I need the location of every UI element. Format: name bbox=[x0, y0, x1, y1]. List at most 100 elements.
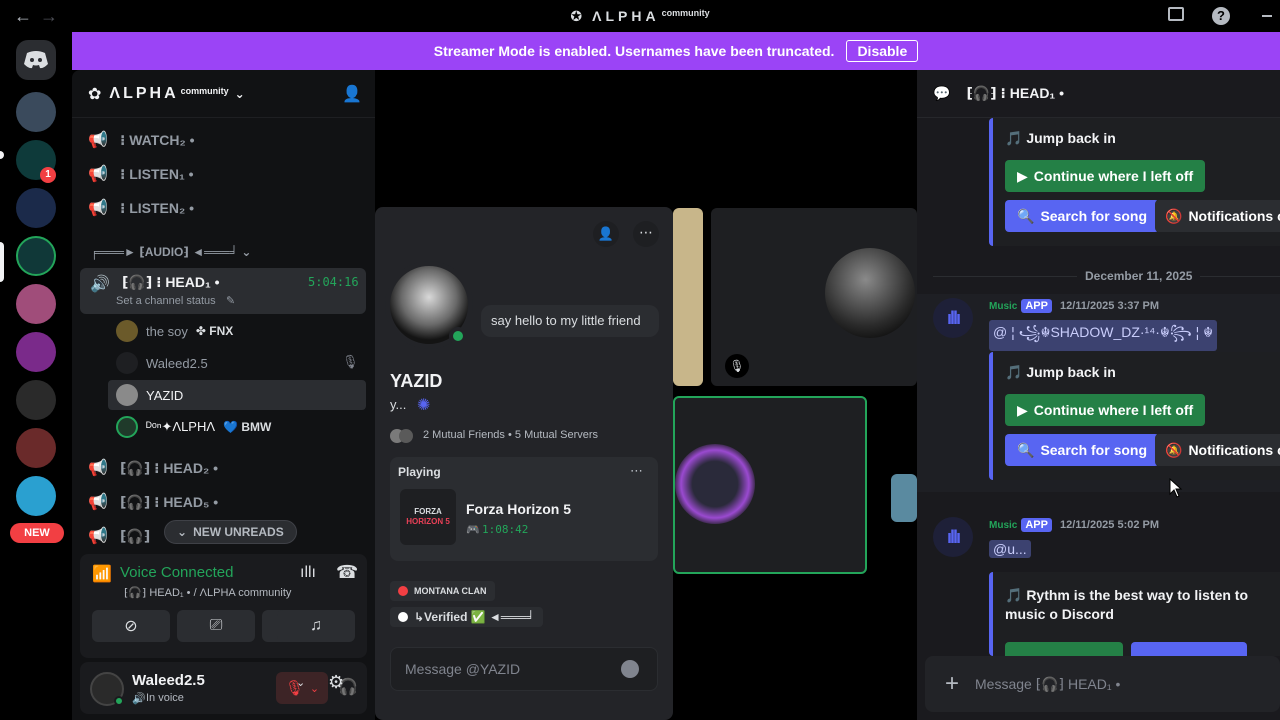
pencil-icon[interactable]: ✎ bbox=[226, 294, 235, 307]
muted-mic-icon: 🎙 bbox=[725, 354, 749, 378]
video-tile[interactable]: 🎙 bbox=[711, 208, 917, 386]
gear-icon[interactable]: ⚙ bbox=[328, 672, 344, 693]
game-elapsed-time: 1:08:42 bbox=[482, 523, 529, 536]
channel-listen1[interactable]: 📢 ⁝ LISTEN₁ • bbox=[80, 158, 366, 190]
avatar bbox=[825, 248, 915, 338]
notifications-button[interactable]: 🔕 Notifications of bbox=[1155, 434, 1280, 466]
soundboard-button[interactable]: ♫ bbox=[277, 610, 355, 642]
stage-icon: 📢 bbox=[88, 460, 108, 477]
author-name[interactable]: Music bbox=[989, 520, 1017, 531]
emoji-icon[interactable] bbox=[621, 660, 639, 678]
guild-header[interactable]: ✿ ΛLPHA community ⌄ 👤 bbox=[72, 70, 375, 118]
user-status: In voice bbox=[146, 692, 184, 704]
help-icon[interactable]: ? bbox=[1212, 7, 1230, 25]
disconnect-icon[interactable]: ☎ bbox=[336, 562, 358, 583]
server-icon-1[interactable] bbox=[16, 92, 56, 132]
voice-user[interactable]: the soy ✤ FNX bbox=[108, 316, 366, 346]
back-arrow-icon[interactable]: ← bbox=[14, 6, 32, 27]
invite-user-icon[interactable]: 👤 bbox=[342, 84, 362, 104]
role-color-dot bbox=[398, 612, 408, 622]
channel-label: ⁅🎧⁆ ⁝ HEAD₅ • bbox=[120, 493, 219, 510]
server-icon-7[interactable] bbox=[16, 428, 56, 468]
chat-input[interactable]: + Message ⁅🎧⁆ HEAD₁ • bbox=[925, 656, 1280, 712]
noise-suppression-icon[interactable]: ıllı bbox=[300, 564, 316, 582]
camera-off-button[interactable]: ⊘ bbox=[92, 610, 170, 642]
forward-arrow-icon[interactable]: → bbox=[40, 6, 58, 27]
server-icon-3[interactable] bbox=[16, 188, 56, 228]
role-chip[interactable]: ↳Verified ✅ ◄═══╛ bbox=[390, 607, 543, 627]
new-unreads-badge[interactable]: NEW bbox=[10, 523, 64, 543]
user-panel: Waleed2.5 🔊 In voice 🎙⌄ 🎧 ⌄ ⚙ bbox=[80, 662, 367, 714]
channel-status-placeholder[interactable]: Set a channel status bbox=[116, 295, 216, 307]
signal-icon[interactable]: 📶 bbox=[92, 564, 112, 584]
video-tile[interactable] bbox=[673, 208, 703, 386]
voice-user[interactable]: Waleed2.5 🎙 bbox=[108, 348, 366, 378]
notifications-button[interactable]: 🔕 Notifications of bbox=[1155, 200, 1280, 232]
inbox-icon[interactable] bbox=[1168, 7, 1184, 21]
channel-head5[interactable]: 📢 ⁅🎧⁆ ⁝ HEAD₅ • bbox=[80, 486, 366, 518]
avatar bbox=[116, 352, 138, 374]
get-started-button[interactable] bbox=[1005, 642, 1123, 656]
learn-more-button[interactable] bbox=[1131, 642, 1247, 656]
stage-icon: 📢 bbox=[88, 132, 108, 149]
server-tag: 💙 BMW bbox=[223, 420, 272, 434]
gamepad-icon: 🎮 bbox=[466, 524, 480, 536]
channel-label: ⁝ LISTEN₁ • bbox=[120, 165, 194, 182]
video-tile-speaking[interactable] bbox=[673, 396, 867, 574]
new-unreads-pill[interactable]: ⌄ NEW UNREADS bbox=[164, 520, 297, 544]
category-audio[interactable]: ╒═══► ⁅AUDIO⁆ ◄═══╛ ⌄ bbox=[90, 245, 251, 259]
home-discord-icon[interactable] bbox=[16, 40, 56, 80]
stage-icon: 📢 bbox=[88, 494, 108, 511]
channel-head2[interactable]: 📢 ⁅🎧⁆ ⁝ HEAD₂ • bbox=[80, 452, 366, 484]
game-icon: FORZA HORIZON 5 bbox=[400, 489, 456, 545]
screen-share-button[interactable]: ⎚ bbox=[177, 610, 255, 642]
more-options-icon[interactable]: ⋯ bbox=[633, 221, 659, 247]
role-color-dot bbox=[398, 586, 408, 596]
chevron-down-icon[interactable]: ⌄ bbox=[296, 676, 305, 689]
server-icon-alpha[interactable] bbox=[16, 236, 56, 276]
timestamp: 12/11/2025 3:37 PM bbox=[1059, 300, 1160, 312]
voice-user[interactable]: ᴰᵒⁿ✦ΛLPHΛ 💙 BMW bbox=[108, 412, 366, 442]
server-icon-5[interactable] bbox=[16, 332, 56, 372]
channel-head1-active[interactable]: 🔊 ⁅🎧⁆ ⁝ HEAD₁ • 5:04:16 Set a channel st… bbox=[80, 268, 366, 314]
mutuals-text[interactable]: 2 Mutual Friends • 5 Mutual Servers bbox=[423, 429, 598, 441]
add-friend-icon[interactable]: 👤 bbox=[593, 221, 619, 247]
chevron-down-icon: ⌄ bbox=[177, 525, 188, 539]
button-label: Notifications of bbox=[1188, 208, 1280, 224]
add-attachment-icon[interactable]: + bbox=[945, 670, 959, 698]
voice-channel-name[interactable]: ⁅🎧⁆ HEAD₁ • / ΛLPHA community bbox=[124, 586, 291, 599]
button-label: Continue where I left off bbox=[1033, 168, 1194, 184]
dm-message-input[interactable]: Message @YAZID bbox=[390, 647, 658, 691]
channel-label: ⁝ LISTEN₂ • bbox=[120, 199, 194, 216]
author-name[interactable]: Music bbox=[989, 301, 1017, 312]
music-bot-avatar[interactable]: ıllı bbox=[933, 517, 973, 557]
avatar bbox=[675, 444, 755, 524]
music-bot-avatar[interactable]: ıllı bbox=[933, 298, 973, 338]
minimize-icon[interactable] bbox=[1262, 15, 1272, 17]
role-chip[interactable]: MONTANA CLAN bbox=[390, 581, 495, 601]
timestamp: 12/11/2025 5:02 PM bbox=[1059, 519, 1160, 531]
video-tile[interactable] bbox=[891, 474, 917, 522]
role-name: ↳Verified ✅ ◄═══╛ bbox=[414, 610, 535, 624]
search-song-button[interactable]: 🔍 Search for song bbox=[1005, 434, 1160, 466]
channel-watch2[interactable]: 📢 ⁝ WATCH₂ • bbox=[80, 124, 366, 156]
channel-listen2[interactable]: 📢 ⁝ LISTEN₂ • bbox=[80, 192, 366, 224]
server-icon-6[interactable] bbox=[16, 380, 56, 420]
user-mention[interactable]: @u... bbox=[989, 540, 1031, 558]
server-icon-4[interactable] bbox=[16, 284, 56, 324]
profile-username: y... bbox=[390, 397, 407, 412]
button-label: Notifications of bbox=[1188, 442, 1280, 458]
avatar bbox=[116, 384, 138, 406]
embed-title: 🎵 Jump back in bbox=[1005, 364, 1116, 380]
user-mention[interactable]: @ ¦ ꧁☬SHADOW_DZ·¹⁴·☬꧂ ¦ ☬ bbox=[989, 320, 1218, 351]
continue-button[interactable]: ▶ Continue where I left off bbox=[1005, 160, 1206, 192]
embed-title: 🎵 Rythm is the best way to listen to mus… bbox=[1005, 587, 1249, 622]
continue-button[interactable]: ▶ Continue where I left off bbox=[1005, 394, 1206, 426]
search-song-button[interactable]: 🔍 Search for song bbox=[1005, 200, 1160, 232]
disable-button[interactable]: Disable bbox=[846, 40, 919, 62]
custom-status-text: say hello to my little friend bbox=[491, 313, 641, 328]
server-icon-8[interactable] bbox=[16, 476, 56, 516]
voice-user-selected[interactable]: YAZID bbox=[108, 380, 366, 410]
more-options-icon[interactable]: ⋯ bbox=[630, 463, 643, 479]
muted-mic-icon: 🎙 bbox=[342, 354, 359, 369]
